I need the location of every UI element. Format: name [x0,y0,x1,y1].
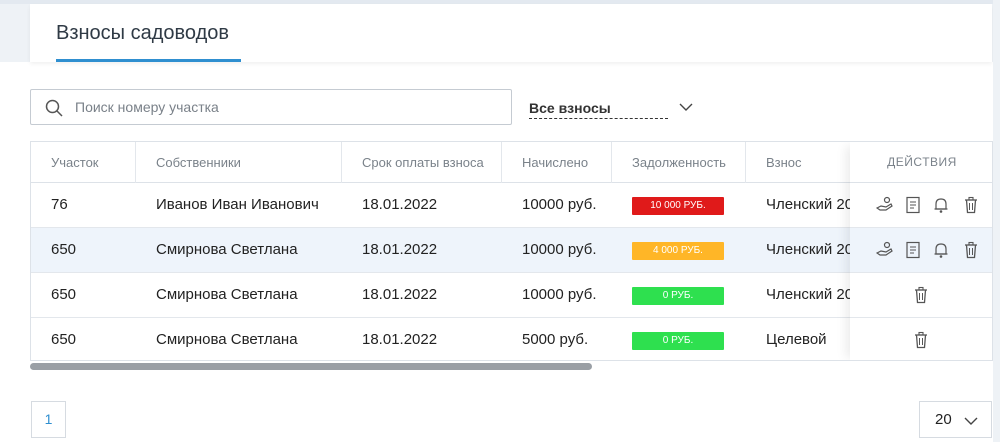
cell-charged: 10000 руб. [522,196,597,213]
cell-charged: 10000 руб. [522,241,597,258]
cell-plot: 650 [51,241,77,258]
cell-due-date: 18.01.2022 [362,196,438,213]
trash-icon[interactable] [962,241,980,259]
row-actions [850,318,992,360]
column-header-charged[interactable]: Начислено [502,142,612,183]
page-title: Взносы садоводов [56,22,230,44]
horizontal-scrollbar[interactable] [30,363,993,371]
row-actions [850,273,992,318]
cell-fee: Членский 2022 [766,286,866,303]
column-header-fee[interactable]: Взнос [746,142,856,183]
actions-column: ДЕЙСТВИЯ [850,142,992,360]
receipt-icon[interactable] [904,196,922,214]
cell-due-date: 18.01.2022 [362,286,438,303]
cell-fee: Членский 2022 [766,241,866,258]
per-page-select[interactable]: 20 [919,401,992,438]
bell-icon[interactable] [932,196,950,214]
cell-fee: Целевой [766,331,827,348]
trash-icon[interactable] [962,196,980,214]
table-row[interactable]: 650 Смирнова Светлана 18.01.2022 5000 ру… [31,318,992,360]
table-row[interactable]: 650 Смирнова Светлана 18.01.2022 10000 р… [31,228,992,273]
search-icon [45,99,63,117]
cell-due-date: 18.01.2022 [362,331,438,348]
cell-charged: 10000 руб. [522,286,597,303]
table-header: Участок Собственники Срок оплаты взноса … [31,142,992,183]
column-header-debt[interactable]: Задолженность [612,142,746,183]
cell-owner: Иванов Иван Иванович [156,196,319,213]
cell-due-date: 18.01.2022 [362,241,438,258]
debt-badge: 4 000 РУБ. [632,242,724,260]
cell-plot: 76 [51,196,68,213]
cell-owner: Смирнова Светлана [156,331,298,348]
cell-fee: Членский 2022 [766,196,866,213]
row-actions [850,183,992,228]
table-row[interactable]: 650 Смирнова Светлана 18.01.2022 10000 р… [31,273,992,318]
fee-filter-dropdown[interactable]: Все взносы [529,96,699,120]
trash-icon[interactable] [912,331,930,349]
hand-payment-icon[interactable] [876,241,894,259]
trash-icon[interactable] [912,286,930,304]
cell-charged: 5000 руб. [522,331,589,348]
fees-table: Участок Собственники Срок оплаты взноса … [30,141,993,361]
receipt-icon[interactable] [904,241,922,259]
page-header: Взносы садоводов [30,4,992,62]
page-right-edge [993,0,1000,442]
pagination-page-button[interactable]: 1 [31,401,66,438]
cell-plot: 650 [51,286,77,303]
chevron-down-icon [964,417,978,425]
chevron-down-icon [679,103,693,111]
per-page-value: 20 [935,411,952,428]
column-header-due-date[interactable]: Срок оплаты взноса [342,142,502,183]
column-header-owners[interactable]: Собственники [136,142,342,183]
scrollbar-thumb[interactable] [30,363,592,370]
bell-icon[interactable] [932,241,950,259]
cell-owner: Смирнова Светлана [156,286,298,303]
search-box [30,89,512,125]
cell-plot: 650 [51,331,77,348]
title-underline [56,59,241,62]
debt-badge: 0 РУБ. [632,287,724,305]
column-header-actions: ДЕЙСТВИЯ [850,142,992,183]
fee-filter-label: Все взносы [529,100,668,119]
hand-payment-icon[interactable] [876,196,894,214]
search-input[interactable] [75,90,495,124]
debt-badge: 10 000 РУБ. [632,197,724,215]
column-header-plot[interactable]: Участок [31,142,136,183]
row-actions [850,228,992,273]
cell-owner: Смирнова Светлана [156,241,298,258]
debt-badge: 0 РУБ. [632,332,724,350]
table-row[interactable]: 76 Иванов Иван Иванович 18.01.2022 10000… [31,183,992,228]
